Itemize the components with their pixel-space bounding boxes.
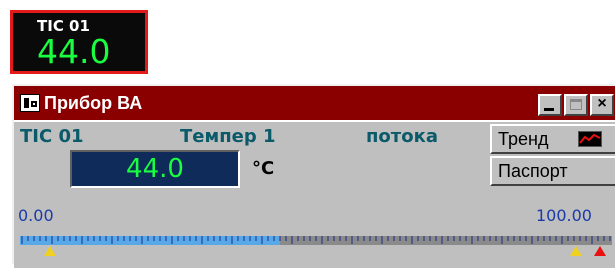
tile-tag-value: 44.0 [37, 32, 111, 71]
window-title-bar[interactable]: Прибор ВА × [14, 86, 615, 120]
high-limit-marker[interactable] [570, 246, 582, 256]
scale-ticks [21, 236, 611, 244]
alarm-limit-marker[interactable] [594, 246, 606, 256]
minimize-icon [544, 108, 554, 111]
passport-button[interactable]: Паспорт [490, 156, 615, 186]
unit-label: °C [252, 158, 275, 179]
value-scale-bar [20, 236, 612, 245]
tag-name: TIC 01 [20, 126, 84, 147]
passport-button-label: Паспорт [498, 161, 568, 181]
trend-button[interactable]: Тренд [490, 124, 615, 154]
app-icon[interactable] [20, 94, 40, 112]
low-limit-marker[interactable] [44, 246, 56, 256]
scale-max-label: 100.00 [536, 206, 592, 225]
close-button[interactable]: × [590, 94, 614, 116]
minimize-button[interactable] [538, 94, 562, 116]
tag-description-2: потока [366, 126, 438, 147]
trend-button-label: Тренд [498, 129, 549, 149]
tag-tile[interactable]: TIC 01 44.0 [10, 10, 148, 74]
tag-description: Темпер 1 [180, 126, 276, 147]
trend-icon [578, 131, 602, 147]
close-icon: × [597, 95, 607, 112]
process-value-display: 44.0 [70, 150, 240, 188]
window-title: Прибор ВА [44, 93, 143, 113]
scale-min-label: 0.00 [18, 206, 54, 225]
device-panel: TIC 01 Темпер 1 потока 44.0 °C Тренд Пас… [14, 120, 615, 268]
maximize-icon [570, 99, 582, 110]
maximize-button[interactable] [564, 94, 588, 116]
device-window: Прибор ВА × TIC 01 Темпер 1 потока 44.0 … [12, 84, 615, 268]
